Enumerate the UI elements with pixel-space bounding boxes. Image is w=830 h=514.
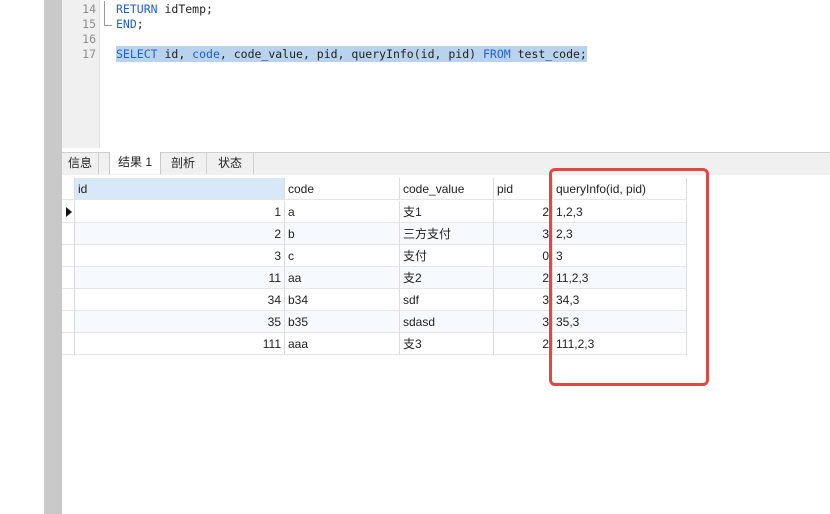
result-tab-bar: 信息 结果 1 剖析 状态	[62, 152, 830, 175]
table-cell[interactable]: 2	[494, 333, 553, 355]
table-cell[interactable]: sdf	[400, 289, 494, 311]
sql-keyword: END	[116, 17, 137, 31]
column-header[interactable]: pid	[494, 178, 553, 200]
table-cell[interactable]: aa	[285, 267, 400, 289]
sql-text: id,	[157, 47, 193, 61]
table-cell[interactable]: aaa	[285, 333, 400, 355]
column-header[interactable]: queryInfo(id, pid)	[553, 178, 687, 200]
line-number: 17	[82, 47, 96, 61]
table-cell[interactable]: b	[285, 223, 400, 245]
table-cell[interactable]: 34,3	[553, 289, 687, 311]
row-selector[interactable]	[62, 311, 75, 333]
table-cell[interactable]: 支3	[400, 333, 494, 355]
tab-result-1[interactable]: 结果 1	[109, 152, 161, 174]
table-cell[interactable]: 支1	[400, 201, 494, 223]
column-header[interactable]: code	[285, 178, 400, 200]
row-selector[interactable]	[62, 245, 75, 267]
table-cell[interactable]: 支付	[400, 245, 494, 267]
table-cell[interactable]: 0	[494, 245, 553, 267]
code-text: SELECT id, code, code_value, pid, queryI…	[116, 46, 587, 62]
table-cell[interactable]: 2,3	[553, 223, 687, 245]
sql-keyword: code	[192, 47, 220, 61]
sql-keyword: SELECT	[116, 47, 158, 61]
table-cell[interactable]: 3	[494, 289, 553, 311]
table-cell[interactable]: 支2	[400, 267, 494, 289]
table-cell[interactable]: 2	[75, 223, 285, 245]
code-text: END;	[116, 16, 144, 32]
table-cell[interactable]: 11,2,3	[553, 267, 687, 289]
table-cell[interactable]: 三方支付	[400, 223, 494, 245]
table-cell[interactable]: c	[285, 245, 400, 267]
row-selector[interactable]	[62, 223, 75, 245]
table-cell[interactable]: 1	[75, 201, 285, 223]
table-cell[interactable]: 34	[75, 289, 285, 311]
code-line[interactable]: 14 RETURN idTemp;	[62, 1, 822, 17]
left-margin	[0, 0, 44, 514]
row-selector[interactable]	[62, 267, 75, 289]
table-cell[interactable]: 1,2,3	[553, 201, 687, 223]
table-cell[interactable]: 35	[75, 311, 285, 333]
table-cell[interactable]: 2	[494, 267, 553, 289]
code-line[interactable]: 15 END;	[62, 16, 822, 32]
row-selector[interactable]	[62, 201, 75, 223]
line-number: 15	[82, 17, 96, 31]
table-cell[interactable]: b35	[285, 311, 400, 333]
tab-profile[interactable]: 剖析	[160, 153, 207, 174]
table-cell[interactable]: sdasd	[400, 311, 494, 333]
sql-keyword: RETURN	[116, 2, 158, 16]
sql-keyword: FROM	[482, 47, 511, 61]
column-header[interactable]: id	[75, 178, 285, 200]
table-cell[interactable]: 111	[75, 333, 285, 355]
sql-text: , code_value, pid, queryInfo(id, pid)	[219, 47, 483, 61]
line-number: 14	[82, 2, 96, 16]
row-selector[interactable]	[62, 333, 75, 355]
table-cell[interactable]: 3	[75, 245, 285, 267]
fold-guide	[104, 16, 112, 26]
line-number: 16	[82, 32, 96, 46]
sql-text: idTemp;	[157, 2, 213, 16]
code-text: RETURN idTemp;	[116, 1, 213, 17]
tab-status[interactable]: 状态	[207, 153, 254, 174]
table-cell[interactable]: 3	[494, 311, 553, 333]
table-cell[interactable]: a	[285, 201, 400, 223]
code-line[interactable]: 16	[62, 31, 822, 47]
code-line[interactable]: 17 SELECT id, code, code_value, pid, quer…	[62, 46, 822, 62]
table-cell[interactable]: 11	[75, 267, 285, 289]
table-cell[interactable]: 3	[553, 245, 687, 267]
sql-text: ;	[136, 17, 144, 31]
fold-guide	[104, 1, 112, 17]
table-cell[interactable]: b34	[285, 289, 400, 311]
table-cell[interactable]: 3	[494, 223, 553, 245]
current-row-icon	[66, 207, 72, 217]
table-cell[interactable]: 111,2,3	[553, 333, 687, 355]
column-header[interactable]: code_value	[400, 178, 494, 200]
table-cell[interactable]: 2	[494, 201, 553, 223]
left-panel-splitter[interactable]	[44, 0, 62, 514]
row-selector[interactable]	[62, 289, 75, 311]
table-cell[interactable]: 35,3	[553, 311, 687, 333]
sql-text: test_code;	[510, 47, 587, 61]
header-corner[interactable]	[62, 178, 75, 200]
tab-info[interactable]: 信息	[62, 153, 99, 174]
sql-editor[interactable]: 14 RETURN idTemp; 15 END; 16 17 SELECT id, cod…	[62, 0, 830, 148]
